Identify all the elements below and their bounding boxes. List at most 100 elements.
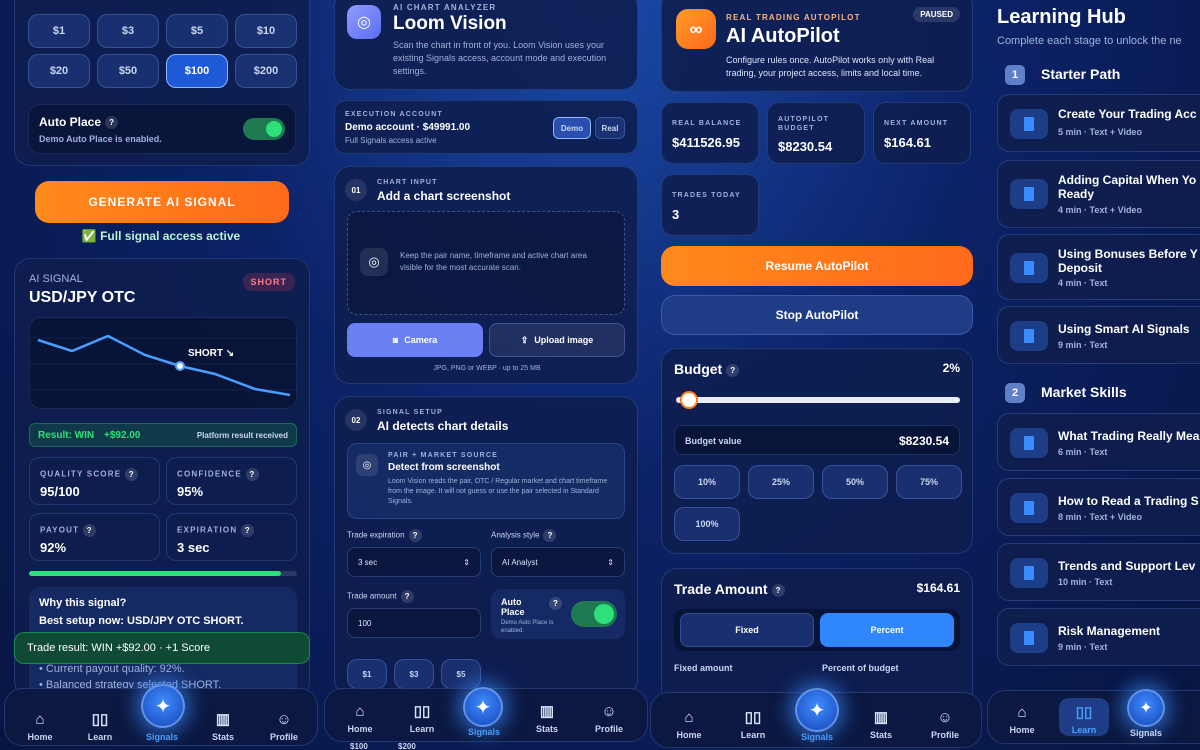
sparkle-icon[interactable]: ✦ <box>795 688 839 732</box>
amount-chip[interactable]: $10 <box>235 14 297 48</box>
source-desc: Loom Vision reads the pair, OTC / Regula… <box>388 478 608 505</box>
slider-thumb[interactable] <box>681 393 696 407</box>
nav-signals[interactable]: Signals <box>459 727 509 737</box>
percent-chip[interactable]: 100% <box>674 507 740 541</box>
help-icon[interactable]: ? <box>400 590 414 603</box>
help-icon[interactable]: ? <box>408 529 422 542</box>
auto-place-toggle[interactable] <box>243 118 285 140</box>
lesson-row[interactable]: Using Smart AI Signals 9 min · Text <box>997 306 1200 364</box>
lesson-row[interactable]: Risk Management 9 min · Text <box>997 608 1200 666</box>
status-badge: PAUSED <box>913 7 960 22</box>
amount-chip[interactable]: $3 <box>97 14 159 48</box>
budget-title: Budget <box>674 361 723 377</box>
lesson-row[interactable]: Create Your Trading Acc 5 min · Text + Vi… <box>997 94 1200 152</box>
percent-chip[interactable]: 25% <box>748 465 814 499</box>
lesson-title: Risk Management <box>1058 624 1161 638</box>
amount-chip[interactable]: $1 <box>28 14 90 48</box>
sparkle-icon[interactable]: ✦ <box>463 687 503 727</box>
help-icon[interactable]: ? <box>83 524 97 537</box>
sparkle-icon[interactable]: ✦ <box>141 684 185 728</box>
percent-chip[interactable]: 75% <box>896 465 962 499</box>
demo-button[interactable]: Demo <box>553 117 591 139</box>
upload-button[interactable]: ⇪ Upload image <box>489 323 625 357</box>
help-icon[interactable]: ? <box>105 116 119 130</box>
nav-home[interactable]: ⌂ Home <box>664 709 714 740</box>
step-number: 02 <box>345 409 367 431</box>
vision-title: Loom Vision <box>393 13 507 34</box>
nav-profile[interactable]: ☺ Profile <box>259 711 309 742</box>
lesson-row[interactable]: Using Bonuses Before Y Deposit 4 min · Tex… <box>997 234 1200 300</box>
amount-chip[interactable]: $50 <box>97 54 159 88</box>
resume-button[interactable]: Resume AutoPilot <box>661 246 973 286</box>
stat-balance: REAL BALANCE $411526.95 <box>661 102 759 164</box>
quick-amount[interactable]: $3 <box>394 659 434 689</box>
help-icon[interactable]: ? <box>241 524 255 537</box>
nav-signals[interactable]: Signals <box>137 732 187 742</box>
auto-place-toggle[interactable] <box>571 601 617 627</box>
real-button[interactable]: Real <box>595 117 625 139</box>
lesson-row[interactable]: How to Read a Trading S 8 min · Text + Vi… <box>997 478 1200 536</box>
amount-chip[interactable]: $200 <box>235 54 297 88</box>
trade-result-toast: Trade result: WIN +$92.00 · +1 Score <box>14 632 310 664</box>
amount-chip[interactable]: $5 <box>166 14 228 48</box>
camera-button[interactable]: ◙ Camera <box>347 323 483 357</box>
quick-amount[interactable]: $5 <box>441 659 481 689</box>
quick-amount[interactable]: $100 <box>350 742 368 750</box>
stop-button[interactable]: Stop AutoPilot <box>661 295 973 335</box>
nav-home[interactable]: ⌂ Home <box>997 704 1047 735</box>
percent-mode-button[interactable]: Percent <box>820 613 954 647</box>
book-icon: ▯▯ <box>1075 704 1093 721</box>
metric-payout: PAYOUT? 92% <box>29 513 160 561</box>
amount-chip-selected[interactable]: $100 <box>166 54 228 88</box>
help-icon[interactable]: ? <box>771 583 785 597</box>
stage-title: Starter Path <box>1041 66 1121 82</box>
hub-subtitle: Complete each stage to unlock the ne <box>997 35 1182 47</box>
amount-input[interactable]: 100 <box>347 608 481 638</box>
expiration-select[interactable]: 3 sec ⇕ <box>347 547 481 577</box>
book-icon <box>1010 428 1048 458</box>
signal-setup-card: 02 SIGNAL SETUP AI detects chart details… <box>334 396 638 696</box>
percent-chip[interactable]: 10% <box>674 465 740 499</box>
nav-stats[interactable]: ▥ Stats <box>522 702 572 734</box>
help-icon[interactable]: ? <box>543 529 557 542</box>
help-icon[interactable]: ? <box>125 468 139 481</box>
nav-profile[interactable]: ☺ Profile <box>584 703 634 734</box>
nav-learn[interactable]: ▯▯ Learn <box>728 708 778 740</box>
quick-amount[interactable]: $200 <box>398 742 416 750</box>
help-icon[interactable]: ? <box>549 597 562 610</box>
auto-place-desc: Demo Auto Place is enabled. <box>39 134 162 144</box>
metric-value: 92% <box>40 540 67 555</box>
stats-icon: ▥ <box>215 711 231 728</box>
nav-profile[interactable]: ☺ Profile <box>920 709 970 740</box>
help-icon[interactable]: ? <box>726 363 740 377</box>
user-icon: ☺ <box>276 711 292 728</box>
scan-icon: ◎ <box>356 454 378 476</box>
style-select[interactable]: AI Analyst ⇕ <box>491 547 625 577</box>
nav-signals[interactable]: Signals <box>1121 728 1171 738</box>
sparkle-icon[interactable]: ✦ <box>1127 689 1165 727</box>
nav-signals[interactable]: Signals <box>792 732 842 742</box>
nav-home[interactable]: ⌂ Home <box>335 703 385 734</box>
step-kicker: SIGNAL SETUP <box>377 409 444 416</box>
percent-chip[interactable]: 50% <box>822 465 888 499</box>
help-icon[interactable]: ? <box>245 468 259 481</box>
nav-learn[interactable]: ▯▯ Learn <box>1059 703 1109 735</box>
nav-learn[interactable]: ▯▯ Learn <box>75 710 125 742</box>
stat-value: $8230.54 <box>778 139 833 154</box>
budget-value-row: Budget value $8230.54 <box>674 425 960 455</box>
generate-signal-button[interactable]: GENERATE AI SIGNAL <box>35 181 289 223</box>
fixed-mode-button[interactable]: Fixed <box>680 613 814 647</box>
nav-home[interactable]: ⌂ Home <box>15 711 65 742</box>
nav-learn[interactable]: ▯▯ Learn <box>397 702 447 734</box>
nav-stats[interactable]: ▥ Stats <box>856 708 906 740</box>
quick-amount[interactable]: $1 <box>347 659 387 689</box>
nav-stats[interactable]: ▥ Stats <box>198 710 248 742</box>
lesson-row[interactable]: What Trading Really Mea 6 min · Text <box>997 413 1200 471</box>
lesson-row[interactable]: Trends and Support Lev 10 min · Text <box>997 543 1200 601</box>
amount-chip[interactable]: $20 <box>28 54 90 88</box>
budget-slider[interactable] <box>676 393 960 407</box>
home-icon: ⌂ <box>1017 704 1027 721</box>
lesson-row[interactable]: Adding Capital When Yo Ready 4 min · Text … <box>997 160 1200 228</box>
stat-label: TRADES TODAY <box>672 192 741 199</box>
drop-zone[interactable]: ◎ Keep the pair name, timeframe and acti… <box>347 211 625 315</box>
